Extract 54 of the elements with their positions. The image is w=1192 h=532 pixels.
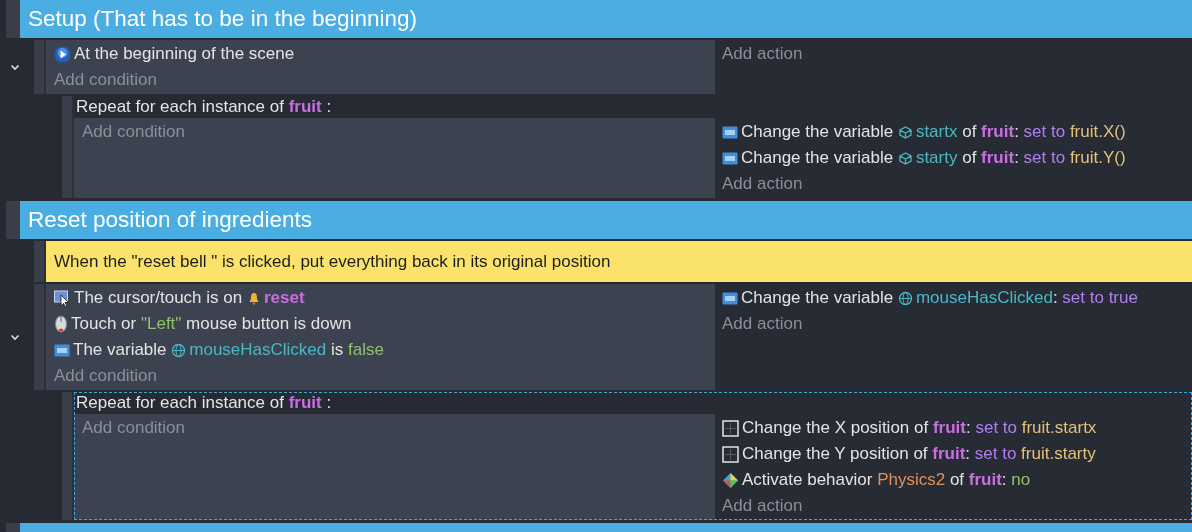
action-text: Change the variable — [741, 147, 895, 170]
repeat-event[interactable]: Repeat for each instance of fruit : Add condition Change the variable startx of fruit: set to fruit.X() Change the variable starty of fruit: set to fruit.Y() Add action — [74, 96, 1192, 198]
condition-text: mouseHasClicked is false — [189, 339, 384, 362]
add-condition-button[interactable]: Add condition — [82, 119, 186, 145]
action-text: Activate behavior Physics2 of fruit: no — [742, 469, 1031, 492]
variable-icon — [54, 343, 70, 357]
condition-text: The variable — [73, 339, 168, 362]
action-text: starty of fruit: set to fruit.Y() — [915, 147, 1126, 170]
drag-handle[interactable] — [34, 241, 46, 282]
action-text: Change the X position of fruit: set to fruit.startx — [742, 417, 1097, 440]
group-header[interactable]: Setup (That has to be in the beginning) — [20, 0, 1192, 38]
add-condition-button[interactable]: Add condition — [54, 363, 158, 389]
group-header[interactable]: Reset position of ingredients — [20, 201, 1192, 239]
action-text: Change the Y position of fruit: set to fruit.starty — [742, 443, 1096, 466]
action-text: startx of fruit: set to fruit.X() — [915, 121, 1126, 144]
repeat-header-text: Repeat for each instance of fruit : — [76, 393, 332, 412]
globe-icon — [897, 290, 913, 306]
drag-handle[interactable] — [34, 284, 46, 390]
add-action-button[interactable]: Add action — [722, 41, 803, 67]
add-condition-button[interactable]: Add condition — [54, 67, 158, 93]
crosshair-icon — [722, 445, 739, 463]
globe-icon — [171, 342, 187, 358]
action-text: Change the variable — [741, 287, 895, 310]
chevron-icon[interactable] — [10, 62, 20, 72]
repeat-header-text: Repeat for each instance of fruit : — [76, 97, 332, 116]
diamond-icon — [722, 471, 739, 489]
cube-icon — [897, 125, 913, 139]
condition-text: The cursor/touch is on — [74, 287, 244, 310]
drag-handle[interactable] — [62, 96, 74, 198]
variable-icon — [722, 125, 738, 139]
variable-icon — [722, 151, 738, 165]
add-action-button[interactable]: Add action — [722, 311, 803, 337]
add-action-button[interactable]: Add action — [722, 493, 803, 519]
cube-icon — [897, 151, 913, 165]
drag-handle[interactable] — [6, 523, 20, 532]
cursor-icon — [54, 289, 71, 307]
action-text: Change the variable — [741, 121, 895, 144]
action-text: mouseHasClicked: set to true — [915, 287, 1138, 310]
condition-text: At the beginning of the scene — [74, 43, 295, 66]
comment-text: When the "reset bell " is clicked, put everything back in its original position — [46, 241, 1192, 282]
play-icon — [54, 45, 71, 63]
add-action-button[interactable]: Add action — [722, 171, 803, 197]
condition-text: Touch or "Left" mouse button is down — [71, 313, 352, 336]
add-condition-button[interactable]: Add condition — [82, 415, 186, 441]
condition-text: reset — [263, 287, 305, 310]
crosshair-icon — [722, 419, 739, 437]
chevron-icon[interactable] — [10, 332, 20, 342]
drag-handle[interactable] — [6, 201, 20, 239]
drag-handle[interactable] — [34, 40, 46, 94]
drag-handle[interactable] — [6, 0, 20, 38]
variable-icon — [722, 291, 738, 305]
drag-handle[interactable] — [62, 392, 74, 520]
repeat-event[interactable] — [74, 392, 1192, 520]
mouse-icon — [54, 315, 68, 333]
